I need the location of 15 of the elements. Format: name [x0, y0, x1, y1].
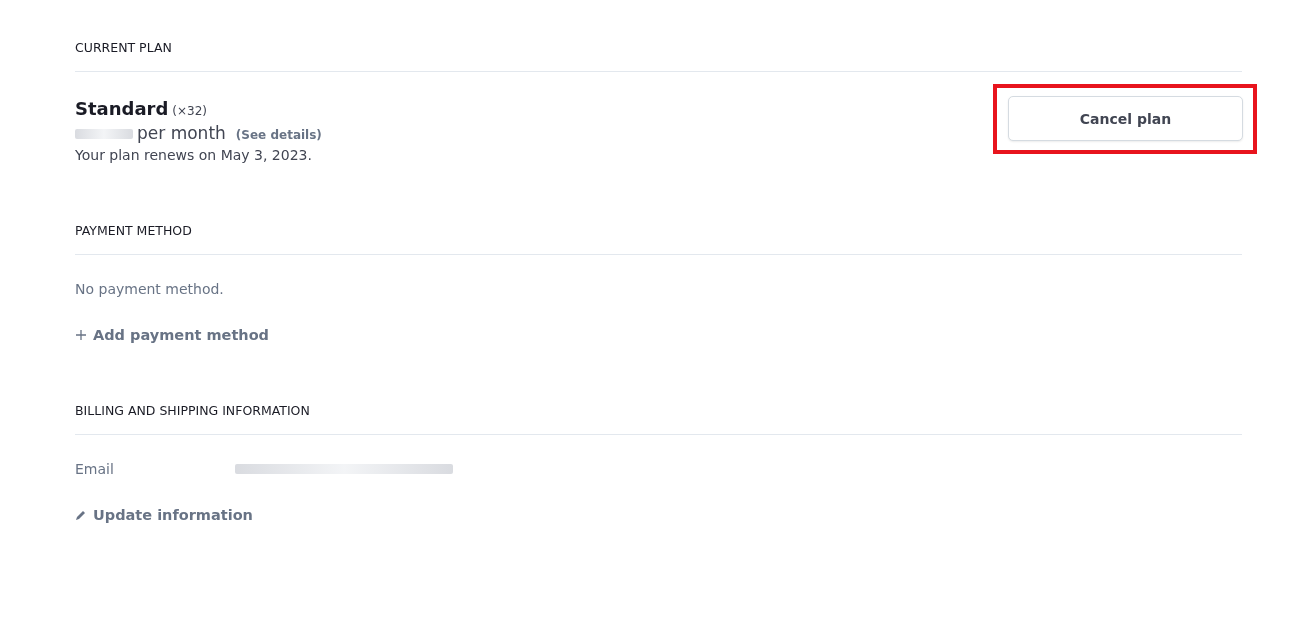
field-label: Email	[75, 461, 115, 477]
section-heading: CURRENT PLAN	[75, 40, 1242, 72]
plan-name: Standard	[75, 98, 169, 119]
plus-icon	[75, 329, 87, 341]
add-payment-link[interactable]: Add payment method	[75, 327, 1242, 343]
renewal-text: Your plan renews on May 3, 2023.	[75, 147, 313, 163]
section-heading: BILLING AND SHIPPING INFORMATION	[75, 403, 1242, 435]
plan-period: per month	[137, 123, 226, 143]
plan-quantity: (×32)	[172, 104, 207, 118]
section-heading: PAYMENT METHOD	[75, 223, 1242, 255]
empty-payment-text: No payment method.	[75, 281, 225, 297]
pencil-icon	[75, 509, 87, 521]
cancel-plan-button[interactable]: Cancel plan	[1008, 96, 1243, 141]
update-information-link[interactable]: Update information	[75, 507, 1242, 523]
see-details-link[interactable]: (See details)	[235, 128, 322, 142]
